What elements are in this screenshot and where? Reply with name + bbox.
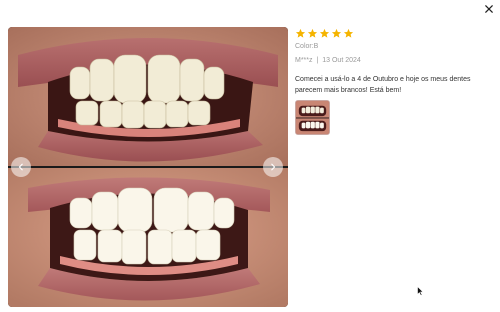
review-meta: M***z | 13 Out 2024	[295, 56, 495, 66]
previous-image-button[interactable]	[11, 157, 31, 177]
star-icon	[331, 28, 342, 39]
variant-color-label: Color:B	[295, 43, 319, 50]
teeth-before-photo	[8, 27, 288, 166]
review-image-gallery	[8, 27, 288, 307]
teeth-after-photo	[8, 168, 288, 307]
close-icon	[485, 5, 493, 13]
review-author: M***z	[295, 57, 313, 64]
star-icon	[307, 28, 318, 39]
review-panel: Color:B M***z | 13 Out 2024 Comecei a us…	[295, 27, 495, 135]
review-text: Comecei a usá-lo a 4 de Outubro e hoje o…	[295, 76, 471, 94]
review-date: 13 Out 2024	[322, 57, 361, 64]
chevron-right-icon	[271, 163, 276, 171]
mouse-cursor-icon	[417, 286, 424, 296]
star-icon	[319, 28, 330, 39]
close-button[interactable]	[482, 2, 496, 16]
meta-separator: |	[316, 57, 319, 64]
star-icon	[295, 28, 306, 39]
review-thumbnail[interactable]	[295, 100, 330, 135]
chevron-left-icon	[18, 163, 23, 171]
star-icon	[343, 28, 354, 39]
next-image-button[interactable]	[263, 157, 283, 177]
star-rating	[295, 27, 495, 39]
